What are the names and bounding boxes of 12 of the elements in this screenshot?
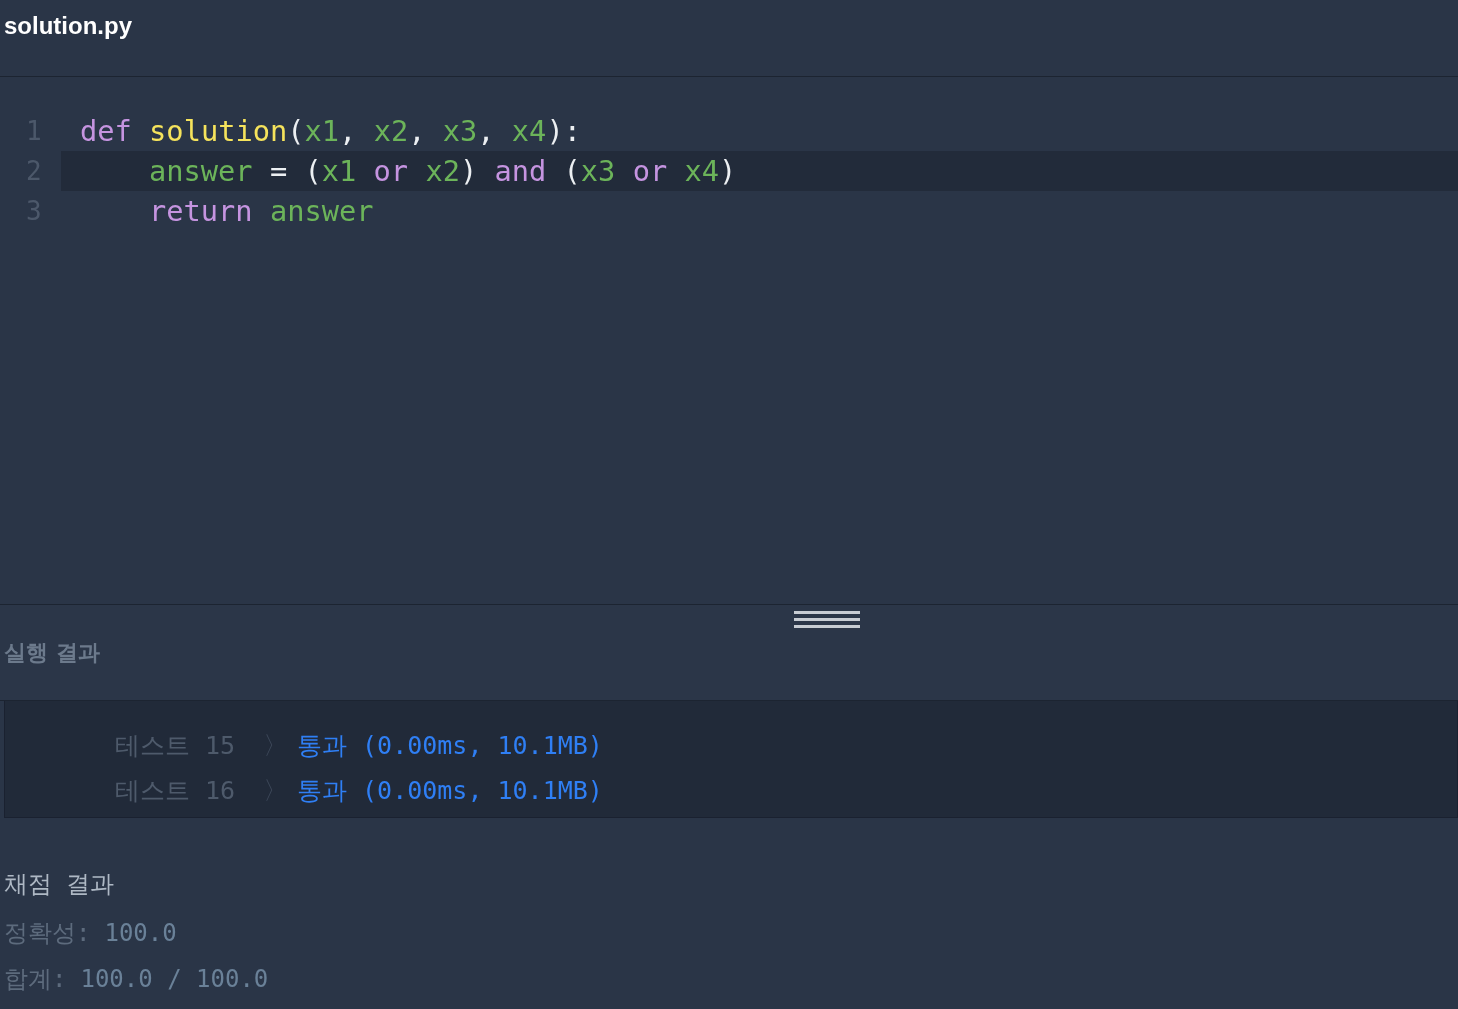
score-value: 100.0 / 100.0 [80, 965, 269, 993]
code-line: def solution(x1, x2, x3, x4): [79, 113, 582, 150]
grading-title: 채점 결과 [4, 869, 116, 900]
test-result: 통과 (0.00ms, 10.1MB) [297, 775, 603, 807]
chevron-icon: 〉 [263, 774, 297, 807]
chevron-icon: 〉 [263, 729, 297, 762]
test-result: 통과 (0.00ms, 10.1MB) [297, 730, 603, 762]
panel-title: 실행 결과 [4, 638, 100, 667]
score-value: 100.0 [104, 919, 177, 947]
resize-handle-icon[interactable] [794, 611, 860, 629]
code-line: return answer [148, 193, 375, 230]
file-name: solution.py [4, 12, 132, 40]
